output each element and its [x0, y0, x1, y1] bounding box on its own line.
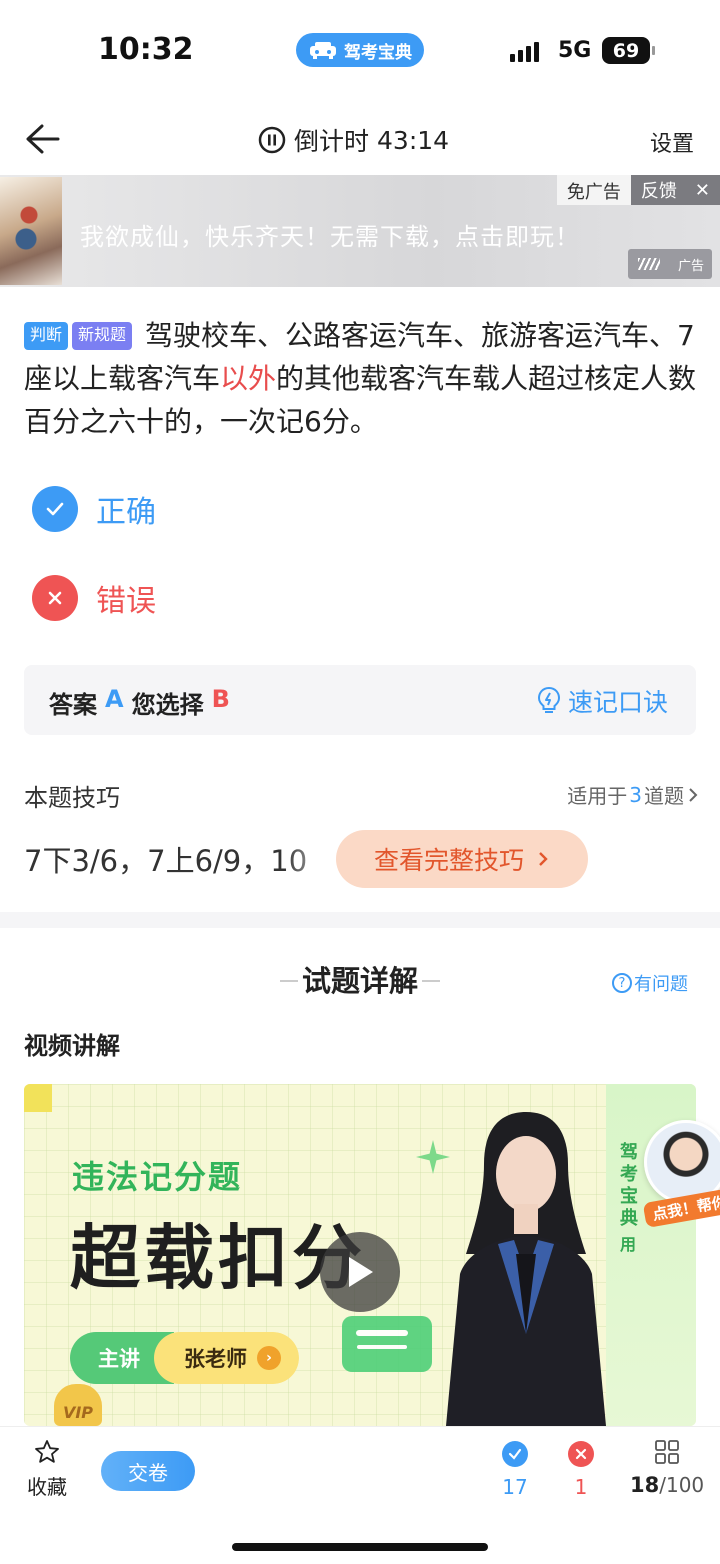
- brand-vertical-label: 驾考宝典: [620, 1142, 638, 1229]
- mnemonic-button[interactable]: 速记口诀: [536, 683, 668, 719]
- chevron-right-icon: [689, 787, 698, 802]
- check-icon: [32, 486, 78, 532]
- answer-label: 答案: [49, 691, 97, 719]
- cross-icon: [568, 1441, 594, 1467]
- status-time: 10:32: [98, 32, 194, 67]
- remove-ads-button[interactable]: 免广告: [556, 175, 631, 205]
- countdown-timer[interactable]: 倒计时 43:14: [258, 122, 449, 158]
- option-wrong[interactable]: 错误: [32, 575, 156, 621]
- ad-text: 我欲成仙，快乐齐天！无需下载，点击即玩！: [80, 223, 580, 251]
- total-questions: /100: [659, 1473, 705, 1497]
- current-question: 18: [630, 1473, 660, 1497]
- ad-controls: 免广告 反馈 ✕: [556, 175, 720, 205]
- lightbulb-icon: [537, 686, 560, 713]
- chosen-label: 您选择: [131, 691, 204, 719]
- option-correct[interactable]: 正确: [32, 486, 156, 532]
- grid-icon: [655, 1440, 679, 1464]
- bottom-bar: 收藏 交卷 17 1 18/100: [0, 1426, 720, 1564]
- home-indicator[interactable]: [232, 1543, 488, 1551]
- correct-count-value: 17: [502, 1475, 528, 1499]
- video-subtitle: 违法记分题: [72, 1158, 243, 1196]
- chevron-right-icon: [539, 852, 548, 866]
- tips-applies-suffix: 道题: [644, 784, 684, 808]
- favorite-button[interactable]: 收藏: [24, 1439, 70, 1500]
- settings-button[interactable]: 设置: [650, 126, 694, 158]
- ad-thumbnail: [0, 177, 62, 285]
- brand-use-label: 用: [620, 1235, 637, 1254]
- ad-feedback-button[interactable]: 反馈 ✕: [630, 175, 720, 205]
- status-bar: 10:32 驾考宝典 5G 69: [0, 0, 720, 100]
- cross-icon: [32, 575, 78, 621]
- detail-title-text: 试题详解: [301, 964, 418, 998]
- new-rule-tag: 新规题: [72, 322, 133, 350]
- tips-button-label: 查看完整技巧: [373, 846, 524, 875]
- nav-bar: 倒计时 43:14 设置: [0, 110, 720, 170]
- close-icon[interactable]: ✕: [695, 180, 710, 201]
- signal-icon: [510, 42, 539, 62]
- video-section-label: 视频讲解: [24, 1032, 120, 1060]
- submit-exam-button[interactable]: 交卷: [101, 1451, 195, 1491]
- wrong-count-value: 1: [574, 1475, 588, 1499]
- section-divider: [0, 912, 720, 928]
- question-type-tag: 判断: [24, 322, 69, 350]
- ad-banner[interactable]: 我欲成仙，快乐齐天！无需下载，点击即玩！ 免广告 反馈 ✕ 广告: [0, 175, 720, 287]
- tips-content: 7下3/6，7上6/9，10: [24, 838, 344, 880]
- ad-feedback-label: 反馈: [640, 181, 677, 202]
- lecturer-pill[interactable]: 主讲 张老师 ›: [70, 1332, 299, 1384]
- vip-badge: VIP: [54, 1384, 102, 1426]
- presenter-image: [446, 1112, 606, 1426]
- wrong-count[interactable]: 1: [568, 1441, 594, 1499]
- star-icon: [35, 1440, 59, 1463]
- option-wrong-label: 错误: [96, 584, 156, 619]
- question-text: 判断 新规题 驾驶校车、公路客运汽车、旅游客运汽车、7座以上载客汽车以外的其他载客…: [24, 314, 700, 443]
- ad-badge: 广告: [628, 249, 712, 279]
- answer-summary: 答案 A 您选择 B: [49, 685, 230, 720]
- app-pill-label: 驾考宝典: [344, 42, 412, 63]
- help-label: 有问题: [634, 974, 688, 995]
- report-problem-link[interactable]: ? 有问题: [612, 970, 688, 996]
- car-icon: [310, 42, 336, 59]
- lecturer-name: 张老师: [184, 1347, 247, 1371]
- battery-icon: 69: [602, 37, 655, 64]
- timer-label: 倒计时: [294, 127, 370, 156]
- correct-answer: A: [105, 685, 124, 713]
- floating-helper-avatar[interactable]: 点我！帮你讲: [642, 1116, 720, 1236]
- chat-bubble-icon: [342, 1316, 432, 1372]
- chosen-answer: B: [211, 685, 230, 713]
- answer-box: 答案 A 您选择 B 速记口诀: [24, 665, 696, 735]
- network-type: 5G: [558, 38, 592, 63]
- video-main-title: 超载扣分: [70, 1217, 366, 1299]
- chevron-right-icon: ›: [257, 1346, 281, 1370]
- tips-applies-prefix: 适用于: [567, 784, 628, 808]
- play-icon: [349, 1257, 373, 1287]
- correct-count[interactable]: 17: [502, 1441, 528, 1499]
- back-arrow-icon[interactable]: [24, 122, 60, 156]
- option-correct-label: 正确: [96, 495, 156, 530]
- progress-text: 18/100: [630, 1473, 704, 1497]
- pause-icon: [258, 126, 286, 154]
- question-progress[interactable]: 18/100: [630, 1439, 704, 1497]
- favorite-label: 收藏: [27, 1475, 67, 1499]
- play-button[interactable]: [320, 1232, 400, 1312]
- video-card[interactable]: 违法记分题 超载扣分 主讲 张老师 › VIP 驾考宝典 用: [24, 1084, 696, 1426]
- tips-applies-link[interactable]: 适用于 3 道题: [567, 780, 700, 809]
- mnemonic-label: 速记口诀: [567, 688, 668, 717]
- tips-title: 本题技巧: [24, 784, 120, 812]
- lecturer-name-pill: 张老师 ›: [154, 1332, 299, 1384]
- brand-vertical-text: 驾考宝典 用: [620, 1142, 642, 1256]
- question-highlight: 以外: [220, 362, 277, 395]
- tips-applies-count: 3: [629, 782, 642, 807]
- timer-value: 43:14: [377, 125, 450, 155]
- app-indicator-pill: 驾考宝典: [296, 33, 424, 67]
- view-full-tips-button[interactable]: 查看完整技巧: [336, 830, 588, 888]
- check-icon: [502, 1441, 528, 1467]
- question-circle-icon: ?: [612, 973, 632, 993]
- sparkle-icon: [636, 1282, 674, 1320]
